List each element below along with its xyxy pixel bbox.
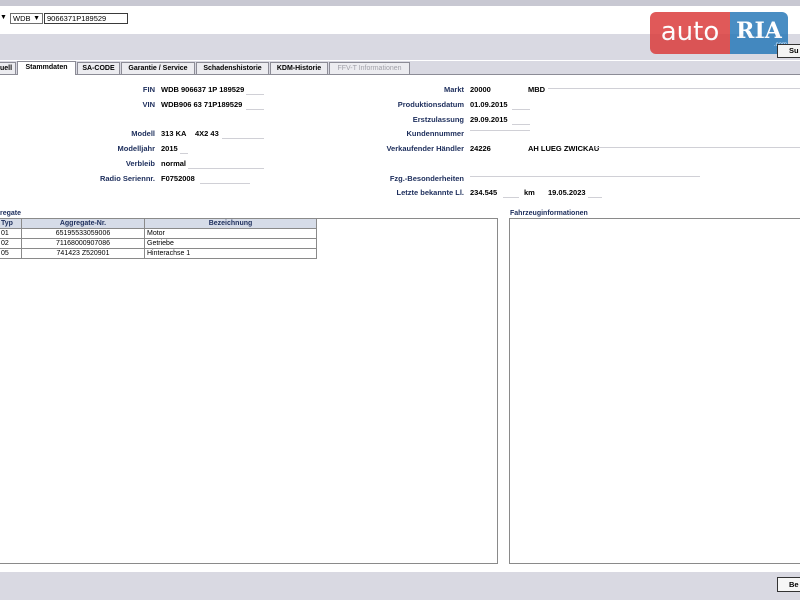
field-underline [470, 130, 530, 131]
value-laufleistung: 234.545 [470, 188, 498, 197]
tab-sa-code[interactable]: SA-CODE [77, 62, 120, 74]
column-header-bezeichnung[interactable]: Bezeichnung [144, 218, 317, 229]
tab-schadenshistorie[interactable]: Schadenshistorie [196, 62, 269, 74]
field-underline [246, 109, 264, 110]
tab-label: Stammdaten [25, 64, 68, 71]
value-fin: WDB 906637 1P 189529 [161, 85, 245, 94]
value-laufleistung-unit: km [524, 188, 535, 197]
label-radio-seriennr: Radio Seriennr. [99, 174, 155, 183]
table-row[interactable]: 05 741423 Z520901 Hinterachse 1 [0, 248, 317, 259]
label-fzg-besonderheiten: Fzg.-Besonderheiten [389, 174, 464, 183]
footer-button-label: Be [789, 580, 799, 589]
tab-label: Garantie / Service [128, 65, 188, 72]
search-button[interactable]: Su [777, 44, 800, 58]
logo-auto-text: auto [650, 12, 730, 54]
table-row[interactable]: 02 71168000907086 Getriebe [0, 238, 317, 249]
cell-aggregate-nr: 741423 Z520901 [21, 248, 145, 259]
cell-bezeichnung: Motor [144, 228, 317, 239]
tab-garantie-service[interactable]: Garantie / Service [121, 62, 195, 74]
footer-button[interactable]: Be [777, 577, 800, 592]
value-erstzulassung: 29.09.2015 [470, 115, 508, 124]
aggregate-section-title: regate [0, 210, 22, 217]
field-underline [595, 147, 800, 148]
search-button-label: Su [789, 46, 799, 55]
field-underline [222, 138, 264, 139]
label-erstzulassung: Erstzulassung [412, 115, 464, 124]
table-header-row: Typ Aggregate-Nr. Bezeichnung [0, 218, 317, 229]
value-radio-seriennr: F0752008 [161, 174, 195, 183]
field-underline [180, 153, 188, 154]
field-underline [588, 197, 602, 198]
aggregate-table: Typ Aggregate-Nr. Bezeichnung 01 6519553… [0, 218, 317, 259]
field-underline [246, 94, 264, 95]
prefix-select-value: WDB [13, 14, 31, 23]
column-header-typ[interactable]: Typ [0, 218, 22, 229]
value-modell-1: 313 KA [161, 129, 187, 138]
field-underline [188, 168, 264, 169]
tab-label: uell [0, 65, 13, 72]
prefix-select[interactable]: WDB ▼ [10, 13, 43, 24]
tab-label: SA-CODE [82, 65, 115, 72]
value-haendler-name: AH LUEG ZWICKAU [528, 144, 600, 153]
label-verbleib: Verbleib [125, 159, 155, 168]
value-laufleistung-datum: 19.05.2023 [548, 188, 586, 197]
cell-aggregate-nr: 71168000907086 [21, 238, 145, 249]
label-fin: FIN [142, 85, 155, 94]
label-modell: Modell [131, 129, 155, 138]
label-kundennummer: Kundennummer [406, 129, 464, 138]
vin-search-input[interactable]: 9066371P189529 [44, 13, 128, 24]
value-modelljahr: 2015 [161, 144, 178, 153]
cell-typ: 05 [0, 248, 22, 259]
label-markt: Markt [443, 85, 464, 94]
cell-aggregate-nr: 65195533059006 [21, 228, 145, 239]
fahrzeuginformationen-title: Fahrzeuginformationen [510, 210, 588, 217]
tab-kdm-historie[interactable]: KDM-Historie [270, 62, 328, 74]
value-verbleib: normal [161, 159, 187, 168]
label-verkaufender-haendler: Verkaufender Händler [386, 144, 464, 153]
tab-aktuell[interactable]: uell [0, 62, 16, 74]
value-produktionsdatum: 01.09.2015 [470, 100, 508, 109]
field-underline [470, 176, 700, 177]
label-modelljahr: Modelljahr [117, 144, 155, 153]
label-letzte-laufleistung: Letzte bekannte Ll. [396, 188, 464, 197]
table-row[interactable]: 01 65195533059006 Motor [0, 228, 317, 239]
tab-label: FFV-T Informationen [337, 65, 402, 72]
footer-band [0, 572, 800, 600]
vin-search-input-value: 9066371P189529 [47, 14, 107, 23]
cell-bezeichnung: Getriebe [144, 238, 317, 249]
field-underline [512, 109, 530, 110]
label-vin: VIN [142, 100, 155, 109]
cell-typ: 02 [0, 238, 22, 249]
value-haendler-nr: 24226 [470, 144, 491, 153]
value-markt-2: MBD [528, 85, 546, 94]
cell-bezeichnung: Hinterachse 1 [144, 248, 317, 259]
value-markt-1: 20000 [470, 85, 491, 94]
tab-label: KDM-Historie [276, 65, 322, 72]
autoria-watermark-logo: auto RIA .com [650, 12, 790, 54]
fahrzeuginformationen-panel[interactable] [509, 218, 800, 564]
field-underline [503, 197, 519, 198]
tab-label: Schadenshistorie [203, 65, 262, 72]
cell-typ: 01 [0, 228, 22, 239]
aggregate-panel [0, 218, 498, 564]
field-underline [512, 124, 530, 125]
chevron-down-icon: ▼ [33, 15, 40, 22]
tab-ffv-t-informationen: FFV-T Informationen [329, 62, 410, 74]
value-modell-2: 4X2 43 [195, 129, 219, 138]
dropdown-arrow-icon[interactable]: ▼ [0, 14, 7, 21]
value-vin: WDB906 63 71P189529 [161, 100, 243, 109]
tab-stammdaten[interactable]: Stammdaten [17, 61, 76, 75]
field-underline [548, 88, 800, 89]
label-produktionsdatum: Produktionsdatum [397, 100, 464, 109]
field-underline [200, 183, 250, 184]
column-header-aggregate-nr[interactable]: Aggregate-Nr. [21, 218, 145, 229]
